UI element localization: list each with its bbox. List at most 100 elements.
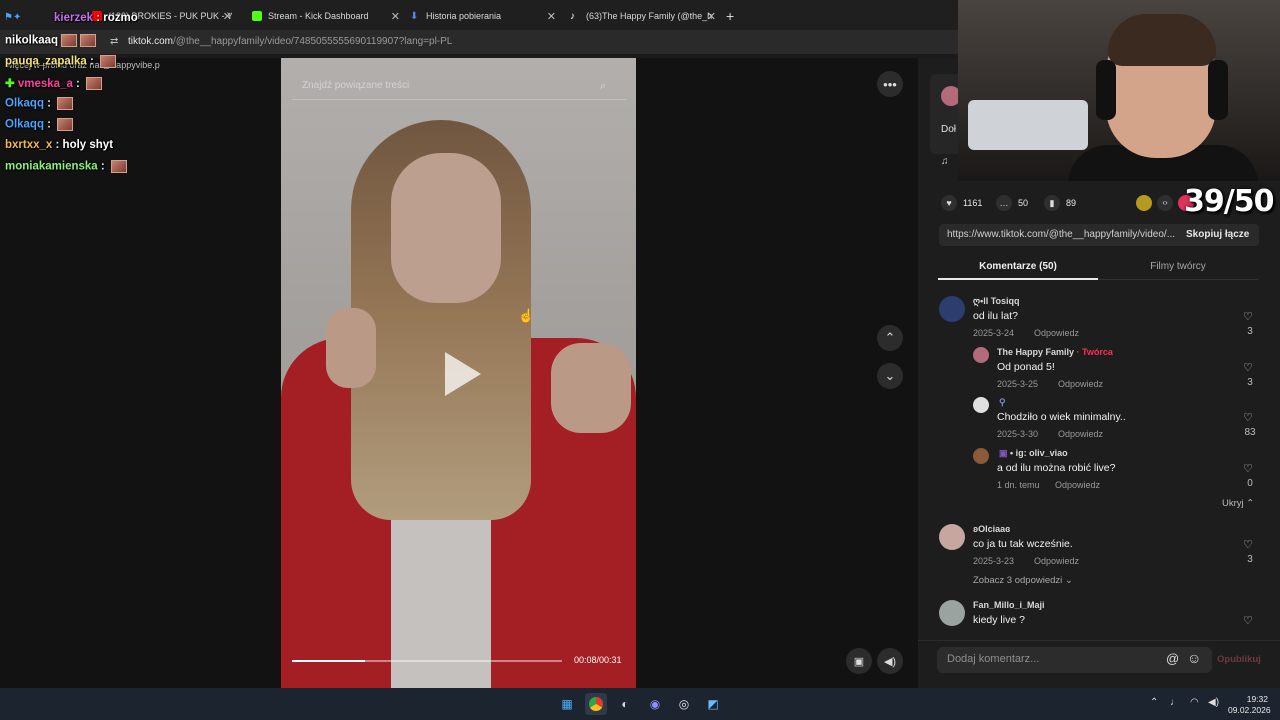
video-timecode: 00:08/00:31 bbox=[574, 655, 622, 665]
volume-icon[interactable]: ◀) bbox=[877, 648, 903, 674]
system-clock[interactable]: 19:32 09.02.2026 bbox=[1228, 694, 1271, 716]
browser-tab[interactable]: ⬇ Historia pobierania ✕ bbox=[410, 4, 556, 28]
microphone-icon[interactable]: ♩ bbox=[1170, 697, 1180, 708]
more-icon[interactable]: ••• bbox=[877, 71, 903, 97]
app-icon[interactable]: ◎ bbox=[673, 693, 695, 715]
site-settings-icon[interactable]: ⇄ bbox=[110, 36, 118, 47]
chat-message: moniakamienska : bbox=[5, 160, 127, 173]
like-stat[interactable]: ♥ 1161 bbox=[941, 195, 982, 211]
emote-icon bbox=[57, 97, 74, 110]
comment-item: Fan_Millo_i_Maji kiedy live ? ♡ bbox=[939, 600, 1259, 634]
see-replies-button[interactable]: Zobacz 3 odpowiedzi ⌄ bbox=[973, 575, 1073, 586]
comment-user[interactable]: ⚲ bbox=[999, 397, 1006, 408]
comment-like-count: 0 bbox=[1247, 478, 1253, 489]
pip-icon[interactable]: ▣ bbox=[846, 648, 872, 674]
wifi-icon[interactable]: ◠ bbox=[1190, 697, 1199, 708]
badge-icon: ✚ bbox=[5, 78, 18, 90]
avatar[interactable] bbox=[939, 600, 965, 626]
comment-user[interactable]: The Happy Family · Twórca bbox=[997, 347, 1113, 357]
like-count: 1161 bbox=[963, 198, 983, 208]
reply-button[interactable]: Odpowiedz bbox=[1034, 556, 1079, 566]
share-icon[interactable] bbox=[1136, 195, 1152, 211]
publish-button[interactable]: Opublikuj bbox=[1217, 654, 1261, 665]
tab-comments[interactable]: Komentarze (50) bbox=[938, 254, 1098, 280]
comment-user[interactable]: ღ•ll Tosiqq bbox=[973, 296, 1020, 307]
discord-icon[interactable]: ◉ bbox=[644, 693, 666, 715]
heart-icon[interactable]: ♡ bbox=[1243, 614, 1253, 627]
tray-expand-icon[interactable]: ⌃ bbox=[1150, 697, 1158, 708]
snipping-icon[interactable]: ◩ bbox=[702, 693, 724, 715]
avatar[interactable] bbox=[973, 448, 989, 464]
music-icon: ♫ bbox=[941, 156, 949, 167]
heart-icon[interactable]: ♡ bbox=[1243, 411, 1253, 424]
stream-counter: 39/50 bbox=[1184, 184, 1274, 219]
close-icon[interactable]: ✕ bbox=[707, 10, 716, 23]
embed-icon[interactable]: ‹› bbox=[1157, 195, 1173, 211]
comment-item: ʚOlciaaɞ co ja tu tak wcześnie. 2025-3-2… bbox=[939, 524, 1259, 574]
browser-tab[interactable]: Stream - Kick Dashboard ✕ bbox=[252, 4, 400, 28]
play-icon[interactable] bbox=[445, 352, 481, 396]
close-icon[interactable]: ✕ bbox=[391, 10, 400, 23]
reply-button[interactable]: Odpowiedz bbox=[1055, 480, 1100, 490]
steam-icon[interactable]: ◐ bbox=[614, 693, 636, 715]
clock-time: 19:32 bbox=[1246, 694, 1268, 704]
comment-text: a od ilu można robić live? bbox=[997, 462, 1116, 474]
save-stat[interactable]: ▮ 89 bbox=[1044, 195, 1076, 211]
reply-button[interactable]: Odpowiedz bbox=[1058, 379, 1103, 389]
close-icon[interactable]: ✕ bbox=[547, 10, 556, 23]
comment-reply: ⚲ Chodziło o wiek minimalny.. 2025-3-30 … bbox=[973, 397, 1259, 447]
comment-icon: … bbox=[996, 195, 1012, 211]
comment-text: od ilu lat? bbox=[973, 310, 1018, 322]
heart-icon: ♥ bbox=[941, 195, 957, 211]
heart-icon[interactable]: ♡ bbox=[1243, 462, 1253, 475]
chevron-up-icon[interactable]: ⌃ bbox=[877, 325, 903, 351]
chat-message: ✚ vmeska_a : bbox=[5, 76, 103, 91]
mention-icon[interactable]: @ bbox=[1166, 651, 1179, 666]
speaker-icon[interactable]: ◀) bbox=[1208, 697, 1219, 708]
comment-like-count: 3 bbox=[1247, 554, 1253, 565]
cursor-icon: ☝ bbox=[518, 308, 535, 323]
comment-user[interactable]: ʚOlciaaɞ bbox=[973, 524, 1010, 534]
reply-button[interactable]: Odpowiedz bbox=[1058, 429, 1103, 439]
copy-link-button[interactable]: Skopiuj łącze bbox=[1178, 224, 1258, 246]
heart-icon[interactable]: ♡ bbox=[1243, 361, 1253, 374]
emoji-icon[interactable]: ☺ bbox=[1187, 650, 1201, 666]
comment-date: 1 dn. temu bbox=[997, 480, 1040, 490]
chat-message: Olkaqq : bbox=[5, 97, 74, 110]
comment-count: 50 bbox=[1018, 198, 1029, 208]
avatar[interactable] bbox=[973, 347, 989, 363]
search-icon[interactable]: ⌕ bbox=[600, 80, 606, 93]
comment-user[interactable]: ▣ • ig: oliv_viao bbox=[999, 448, 1068, 459]
comment-date: 2025-3-30 bbox=[997, 429, 1039, 439]
chat-message: bxrtxx_x : holy shyt bbox=[5, 139, 114, 151]
avatar[interactable] bbox=[939, 296, 965, 322]
headset-icon bbox=[1096, 60, 1116, 120]
avatar[interactable] bbox=[939, 524, 965, 550]
comment-like-count: 3 bbox=[1247, 377, 1253, 388]
chrome-icon[interactable] bbox=[585, 693, 607, 715]
reply-button[interactable]: Odpowiedz bbox=[1034, 328, 1079, 338]
browser-tab-active[interactable]: ♪ (63)The Happy Family (@the_h ✕ bbox=[570, 4, 716, 28]
tab-creator-videos[interactable]: Filmy twórcy bbox=[1098, 254, 1258, 280]
comment-reply: ▣ • ig: oliv_viao a od ilu można robić l… bbox=[973, 448, 1259, 498]
comment-like-count: 3 bbox=[1247, 326, 1253, 337]
comment-stat[interactable]: … 50 bbox=[996, 195, 1028, 211]
url-text[interactable]: tiktok.com/@the__happyfamily/video/74850… bbox=[128, 36, 452, 47]
avatar[interactable] bbox=[973, 397, 989, 413]
heart-icon[interactable]: ♡ bbox=[1243, 310, 1253, 323]
comment-date: 2025-3-25 bbox=[997, 379, 1039, 389]
windows-start-icon[interactable]: ▦ bbox=[556, 693, 578, 715]
heart-icon[interactable]: ♡ bbox=[1243, 538, 1253, 551]
download-icon: ⬇ bbox=[410, 11, 419, 22]
taskbar bbox=[0, 688, 1280, 720]
chevron-down-icon[interactable]: ⌄ bbox=[877, 363, 903, 389]
new-tab-button[interactable]: + bbox=[726, 4, 740, 28]
comment-user[interactable]: Fan_Millo_i_Maji bbox=[973, 600, 1045, 610]
hide-replies-button[interactable]: Ukryj ⌃ bbox=[1222, 498, 1254, 509]
comment-text: co ja tu tak wcześnie. bbox=[973, 538, 1073, 550]
chat-message: pauqa_zapalka : bbox=[5, 55, 117, 68]
close-icon[interactable]: ✕ bbox=[223, 10, 232, 23]
emote-icon bbox=[61, 34, 78, 47]
chat-message: Olkaqq : bbox=[5, 118, 74, 131]
search-input[interactable]: Znajdź powiązane treści bbox=[292, 74, 626, 100]
